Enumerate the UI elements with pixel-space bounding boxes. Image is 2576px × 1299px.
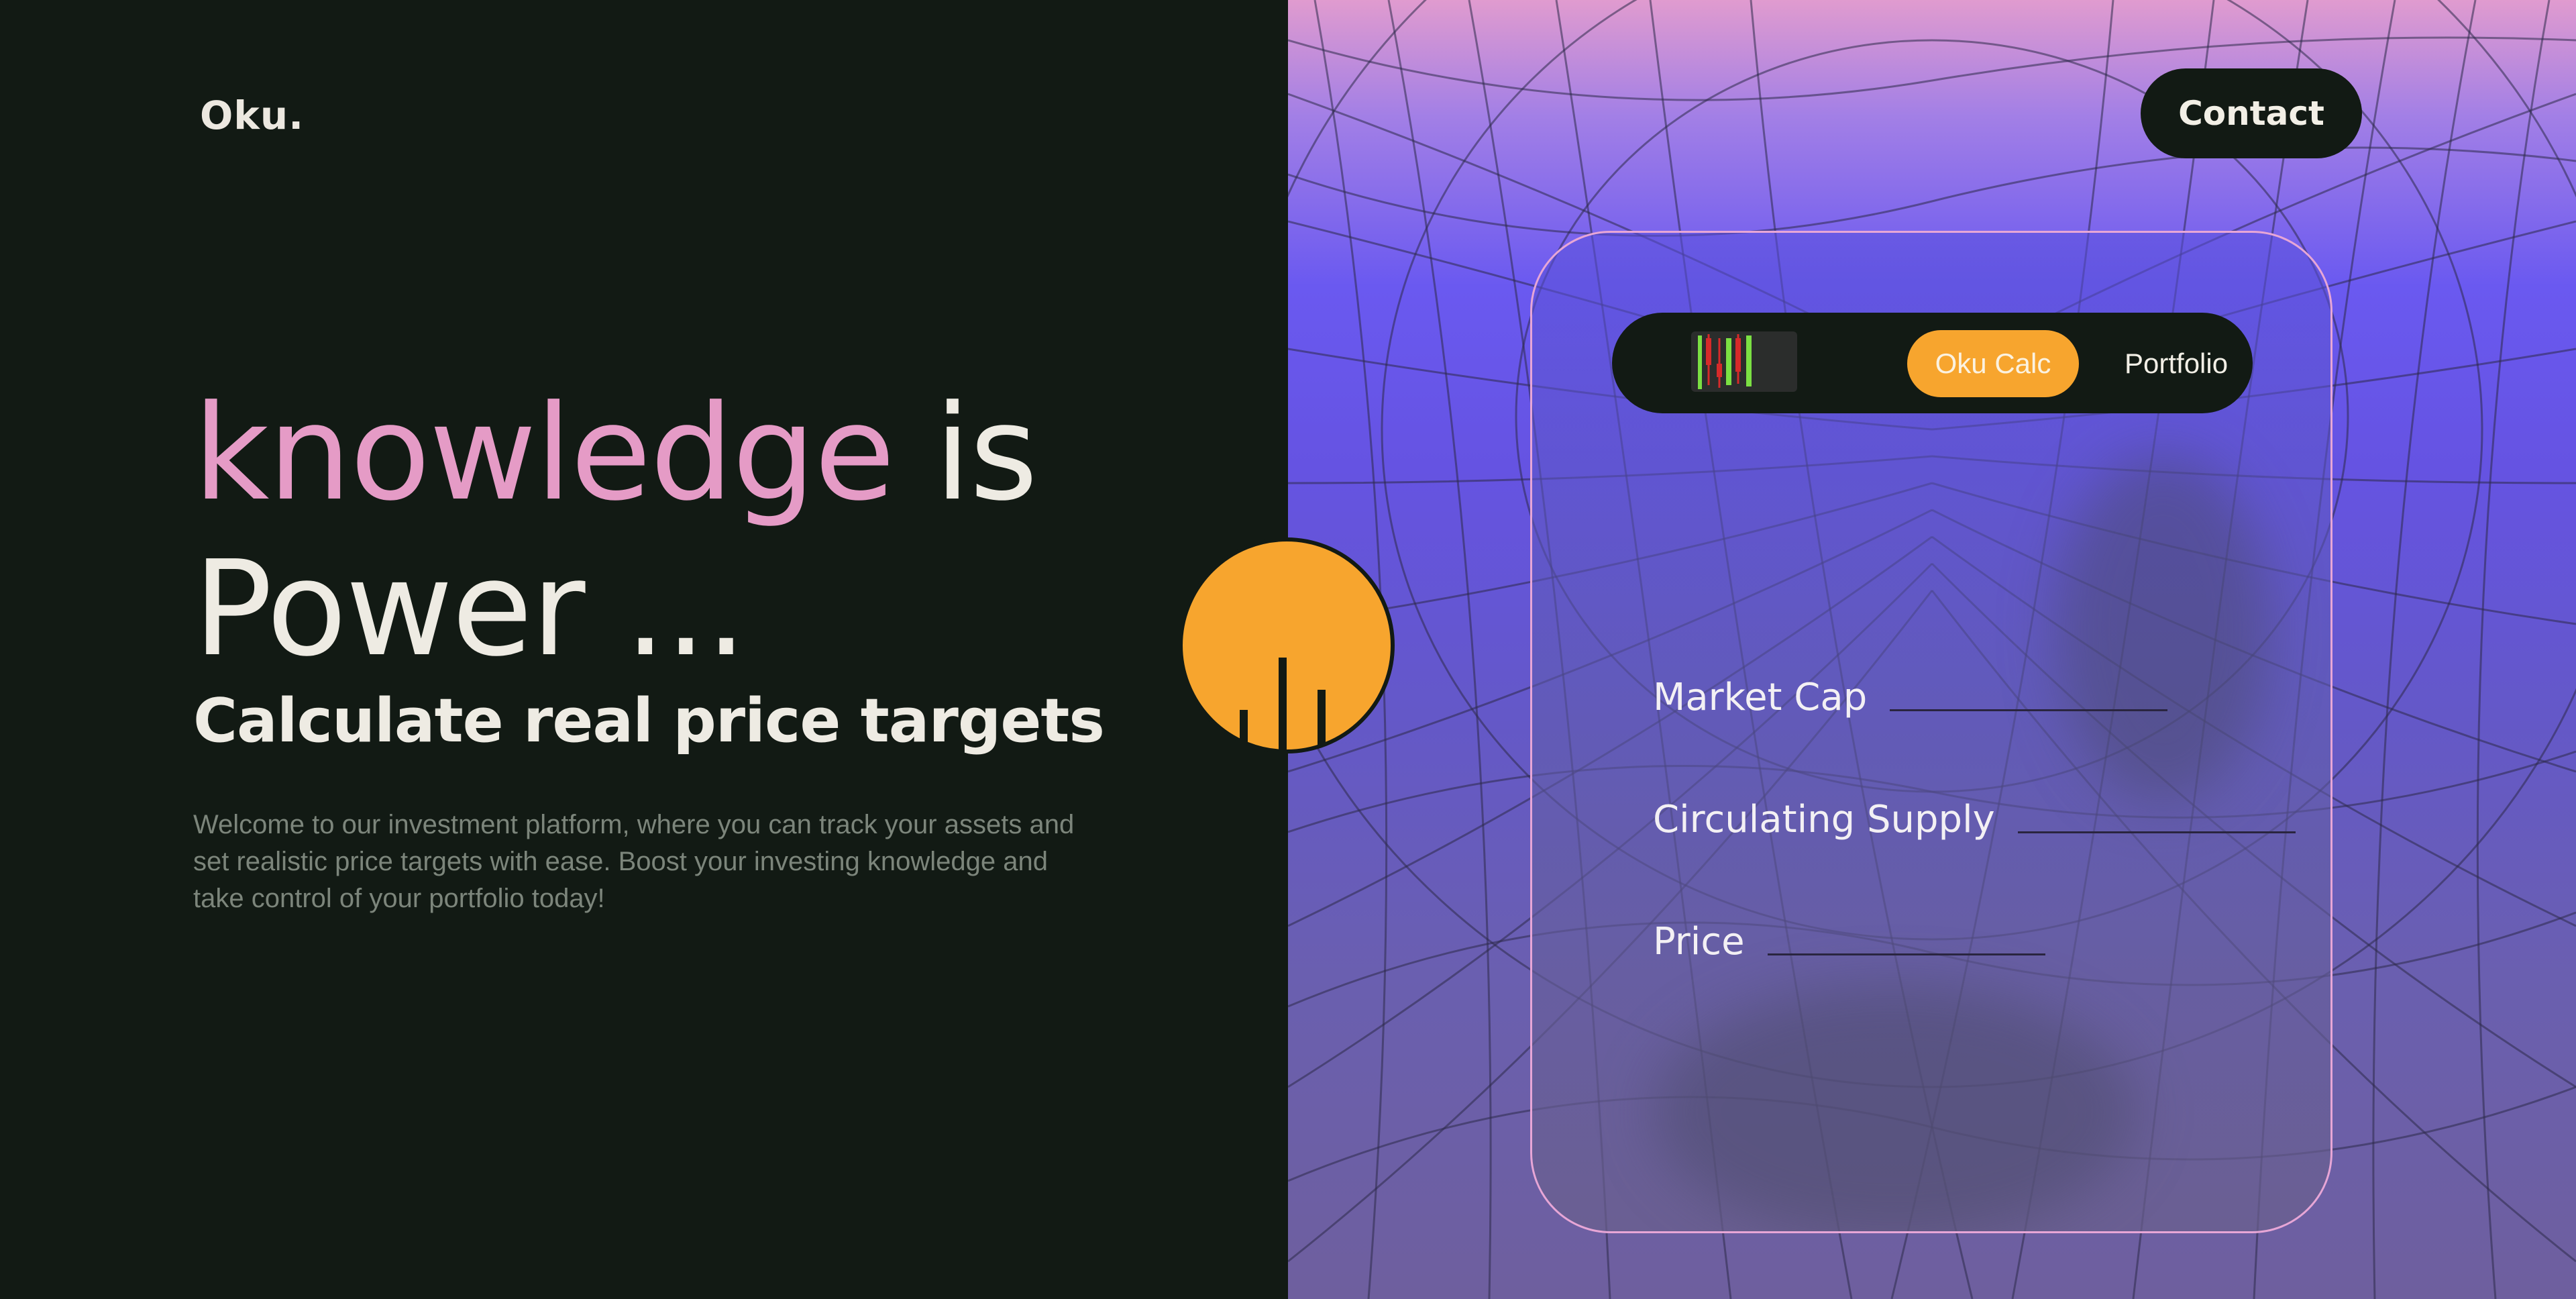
card-shadow-decoration	[2055, 454, 2270, 803]
candlestick-chart-icon[interactable]	[1691, 331, 1797, 392]
market-cap-input[interactable]	[1890, 673, 2168, 711]
market-cap-field: Market Cap	[1653, 673, 2168, 719]
circulating-supply-input[interactable]	[2017, 795, 2296, 833]
hero-subheadline: Calculate real price targets	[193, 686, 1105, 756]
market-cap-label: Market Cap	[1653, 676, 1868, 719]
tab-portfolio[interactable]: Portfolio	[2125, 330, 2228, 397]
circulating-supply-label: Circulating Supply	[1653, 798, 1995, 841]
price-input[interactable]	[1767, 917, 2045, 955]
price-calculator-card: Oku Calc Portfolio Market Cap Circulatin…	[1530, 231, 2332, 1233]
card-shadow-decoration	[1653, 984, 2136, 1231]
tab-oku-calc[interactable]: Oku Calc	[1907, 330, 2079, 397]
hero-intro: Welcome to our investment platform, wher…	[193, 810, 1075, 913]
hero-headline: knowledge is Power ...	[193, 376, 1038, 687]
calculator-nav: Oku Calc Portfolio	[1612, 313, 2253, 413]
landing-page: Oku. knowledge is Power ... Calculate rea…	[0, 0, 2576, 1299]
headline-line2: Power ...	[193, 533, 747, 686]
hero-panel: Oku. knowledge is Power ... Calculate rea…	[0, 0, 1288, 1299]
bar-chart-icon	[1179, 537, 1395, 754]
headline-highlight: knowledge	[193, 377, 895, 530]
headline-rest: is	[934, 377, 1038, 530]
price-field: Price	[1653, 917, 2045, 964]
contact-button[interactable]: Contact	[2141, 68, 2362, 158]
price-label: Price	[1653, 920, 1745, 964]
circulating-supply-field: Circulating Supply	[1653, 795, 2296, 841]
brand-logo[interactable]: Oku.	[200, 93, 304, 138]
